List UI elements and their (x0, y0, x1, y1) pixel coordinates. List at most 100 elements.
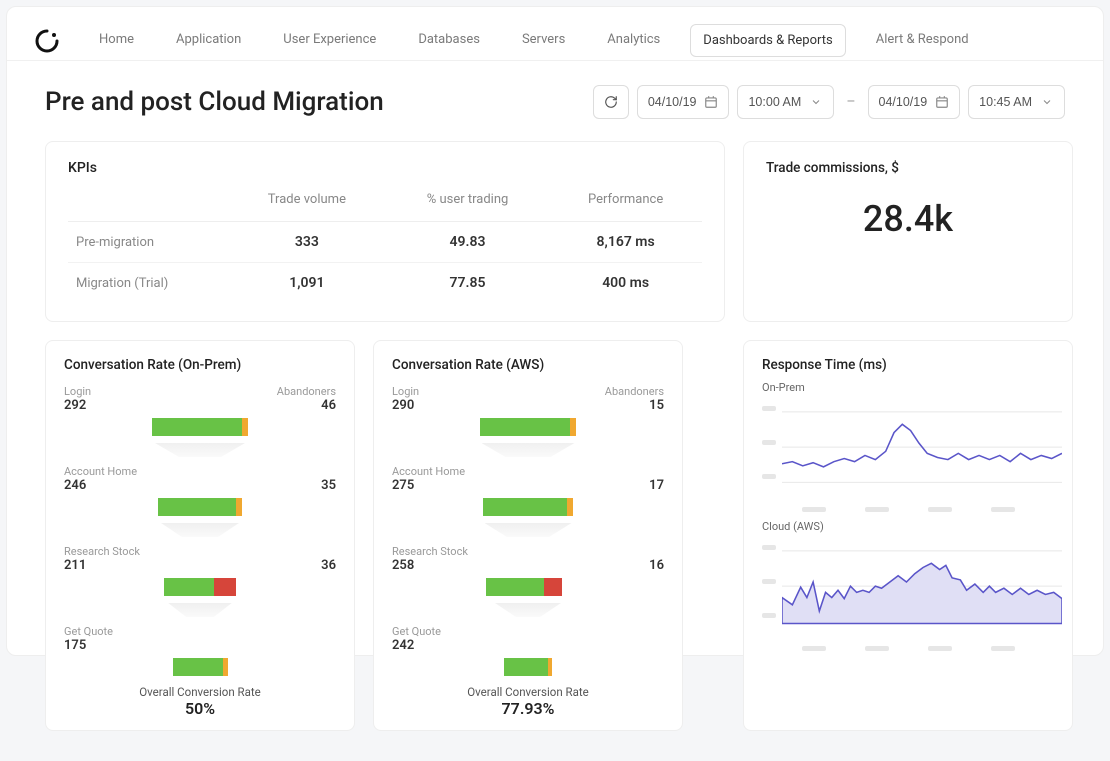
funnel-stage-label: Account Home (392, 465, 465, 478)
funnel-bar (486, 578, 570, 596)
funnel-stage: Get Quote 242 (392, 625, 664, 677)
kpis-trade-volume: 1,091 (228, 263, 386, 304)
funnel-transition (155, 443, 245, 457)
response-time-card: Response Time (ms) On-Prem (743, 340, 1073, 731)
end-date-value: 04/10/19 (879, 95, 928, 109)
axis-tick (865, 646, 889, 651)
funnel-bar (164, 578, 236, 596)
calendar-icon (935, 95, 949, 109)
kpis-table: Trade volume % user trading Performance … (68, 188, 702, 303)
funnel-title: Conversation Rate (On-Prem) (64, 357, 336, 373)
funnel-stage: Account Home 27517 (392, 465, 664, 537)
kpis-performance: 400 ms (549, 263, 702, 304)
funnel-bar (173, 658, 228, 676)
funnel-stage-count: 211 (64, 558, 86, 573)
page-header: Pre and post Cloud Migration 04/10/19 10… (7, 61, 1103, 131)
nav-home[interactable]: Home (87, 24, 146, 57)
response-cloud-section: Cloud (AWS) (762, 520, 1054, 651)
axis-tick (991, 646, 1015, 651)
start-time-value: 10:00 AM (748, 95, 801, 109)
funnel-stage-count: 258 (392, 558, 414, 573)
axis-tick (928, 507, 952, 512)
kpis-card: KPIs Trade volume % user trading Perform… (45, 141, 725, 322)
kpis-pct-trading: 77.85 (386, 263, 549, 304)
table-row: Migration (Trial) 1,091 77.85 400 ms (68, 263, 702, 304)
axis-tick (802, 646, 826, 651)
funnel-stage-abandoners: 46 (321, 398, 336, 413)
funnel-aws-card: Conversation Rate (AWS) LoginAbandoners … (373, 340, 683, 731)
table-row: Pre-migration 333 49.83 8,167 ms (68, 222, 702, 263)
funnel-stage-count: 175 (64, 638, 86, 653)
funnel-stage-label: Account Home (64, 465, 137, 478)
nav-application[interactable]: Application (164, 24, 253, 57)
kpis-title: KPIs (68, 160, 702, 176)
funnel-stage-abandoners: 15 (649, 398, 664, 413)
funnel-bar (480, 418, 576, 436)
page-title: Pre and post Cloud Migration (45, 87, 384, 117)
axis-ticks-row (762, 646, 1054, 651)
funnel-stage: LoginAbandoners 29246 (64, 385, 336, 457)
funnel-stage-label: Research Stock (392, 545, 468, 558)
funnel-overall-label: Overall Conversion Rate (392, 685, 664, 699)
funnel-stage: Get Quote 175 (64, 625, 336, 677)
commissions-title: Trade commissions, $ (766, 160, 1050, 176)
kpis-col-trade-volume: Trade volume (228, 188, 386, 222)
funnel-overall-value: 77.93% (392, 699, 664, 718)
axis-tick (991, 507, 1015, 512)
start-date-value: 04/10/19 (648, 95, 697, 109)
refresh-icon (604, 95, 618, 109)
topbar: Home Application User Experience Databas… (7, 7, 1103, 61)
funnel-abandoners-label: Abandoners (277, 385, 336, 398)
calendar-icon (704, 95, 718, 109)
commissions-value: 28.4k (766, 192, 1050, 258)
nav-dashboards-reports[interactable]: Dashboards & Reports (690, 24, 845, 57)
funnel-stage-label: Login (64, 385, 91, 398)
start-date-input[interactable]: 04/10/19 (637, 85, 730, 119)
chevron-down-icon (1040, 95, 1054, 109)
funnel-stage-count: 275 (392, 478, 414, 493)
end-date-input[interactable]: 04/10/19 (868, 85, 961, 119)
funnel-stage-label: Research Stock (64, 545, 140, 558)
funnel-stage-label: Login (392, 385, 419, 398)
sparkline-onprem (782, 398, 1062, 488)
axis-tick (762, 440, 776, 445)
refresh-button[interactable] (593, 85, 629, 119)
nav-databases[interactable]: Databases (406, 24, 492, 57)
nav-analytics[interactable]: Analytics (595, 24, 672, 57)
funnel-stage-label: Get Quote (64, 625, 113, 638)
kpis-trade-volume: 333 (228, 222, 386, 263)
funnel-stage-abandoners: 35 (321, 478, 336, 493)
end-time-input[interactable]: 10:45 AM (968, 85, 1065, 119)
start-time-input[interactable]: 10:00 AM (737, 85, 834, 119)
kpis-row-label: Pre-migration (68, 222, 228, 263)
funnel-stage-abandoners: 16 (649, 558, 664, 573)
funnel-stage: LoginAbandoners 29015 (392, 385, 664, 457)
axis-tick (865, 507, 889, 512)
nav-alert-respond[interactable]: Alert & Respond (864, 24, 981, 57)
funnel-stage-count: 246 (64, 478, 86, 493)
funnel-bar (158, 498, 242, 516)
response-onprem-section: On-Prem (762, 381, 1054, 512)
funnel-overall-label: Overall Conversion Rate (64, 685, 336, 699)
funnel-bar (483, 498, 573, 516)
kpis-col-blank (68, 188, 228, 222)
sparkline-cloud (782, 537, 1062, 627)
funnel-stage-abandoners: 36 (321, 558, 336, 573)
funnel-bar (152, 418, 248, 436)
funnel-title: Conversation Rate (AWS) (392, 357, 664, 373)
kpis-performance: 8,167 ms (549, 222, 702, 263)
funnel-transition (485, 523, 572, 537)
axis-tick (928, 646, 952, 651)
nav-servers[interactable]: Servers (510, 24, 577, 57)
funnel-stage-count: 242 (392, 638, 414, 653)
date-range-separator: – (842, 94, 859, 110)
main-nav: Home Application User Experience Databas… (87, 24, 981, 57)
axis-tick (762, 613, 776, 618)
response-series-label: On-Prem (762, 381, 1054, 394)
nav-user-experience[interactable]: User Experience (271, 24, 388, 57)
funnel-transition (168, 603, 232, 617)
funnel-transition (482, 443, 575, 457)
axis-tick (762, 406, 776, 411)
funnel-transition (161, 523, 239, 537)
funnel-overall: Overall Conversion Rate 50% (64, 685, 336, 718)
